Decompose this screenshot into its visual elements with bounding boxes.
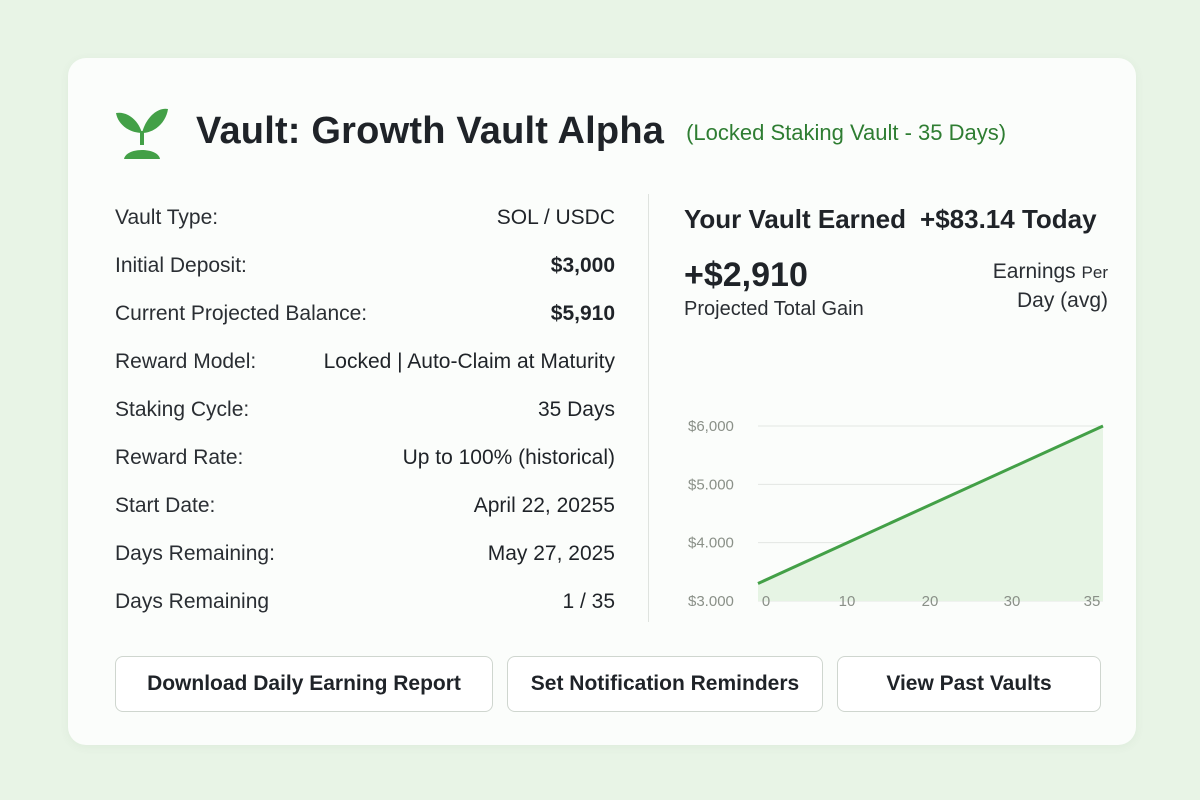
sprout-icon: [116, 108, 168, 159]
detail-label: Days Remaining:: [115, 542, 275, 565]
chart-xtick-label: 20: [922, 593, 939, 606]
detail-row: Start Date: April 22, 20255: [115, 482, 615, 530]
detail-value: 35 Days: [537, 398, 615, 421]
detail-label: Reward Rate:: [115, 446, 244, 469]
detail-row: Days Remaining: May 27, 2025: [115, 530, 615, 578]
detail-row: Vault Type: SOL / USDC: [115, 194, 615, 242]
detail-value: 1 / 35: [562, 590, 615, 613]
chart-ytick-label: $5.000: [688, 476, 734, 493]
detail-value: SOL / USDC: [496, 206, 615, 229]
chart-xtick-label: 10: [839, 593, 856, 606]
detail-row: Staking Cycle: 35 Days: [115, 386, 615, 434]
detail-label: Initial Deposit:: [115, 254, 247, 277]
column-divider: [648, 194, 649, 622]
page-title: Vault: Growth Vault Alpha: [196, 109, 665, 152]
chart-xtick-label: 35: [1084, 593, 1101, 606]
detail-label: Staking Cycle:: [115, 398, 250, 421]
chart-ytick-label: $4.000: [688, 535, 734, 552]
chart-xtick-label: 30: [1004, 593, 1021, 606]
detail-label: Current Projected Balance:: [115, 302, 368, 325]
detail-label: Reward Model:: [115, 350, 257, 373]
download-report-button[interactable]: Download Daily Earning Report: [115, 656, 493, 712]
per-day-label: Earnings: [992, 260, 1076, 283]
earned-today-amount: +$83.14 Today: [920, 204, 1097, 234]
action-bar: Download Daily Earning Report Set Notifi…: [115, 656, 1101, 712]
detail-label: Vault Type:: [115, 206, 219, 229]
earned-today: Your Vault Earned +$83.14 Today: [684, 204, 1097, 235]
per-day-small-label: Per: [1081, 263, 1108, 282]
chart-ytick-label: $3.000: [688, 593, 734, 606]
page-subtitle: (Locked Staking Vault - 35 Days): [686, 120, 1007, 145]
per-day-label-2: Day (avg): [1016, 289, 1108, 312]
earned-today-label: Your Vault Earned: [684, 204, 907, 234]
detail-value: $3,000: [550, 254, 615, 277]
detail-row: Reward Rate: Up to 100% (historical): [115, 434, 615, 482]
detail-row: Current Projected Balance: $5,910: [115, 290, 615, 338]
vault-card: Vault: Growth Vault Alpha (Locked Stakin…: [68, 58, 1136, 745]
earnings-per-day: Earnings Per Day (avg): [948, 258, 1108, 315]
set-notification-button[interactable]: Set Notification Reminders: [507, 656, 823, 712]
total-gain-value: +$2,910: [684, 256, 808, 294]
total-gain-label: Projected Total Gain: [684, 298, 864, 320]
balance-chart: $6,000 $5.000 $4.000 $3.000 0 10 20 30 35: [688, 418, 1104, 606]
detail-value: $5,910: [550, 302, 615, 325]
vault-details: Vault Type: SOL / USDC Initial Deposit: …: [115, 194, 615, 626]
earnings-panel: Your Vault Earned +$83.14 Today +$2,910 P…: [684, 194, 1108, 624]
detail-value: May 27, 2025: [487, 542, 615, 565]
chart-area-fill: [758, 426, 1103, 601]
chart-xtick-label: 0: [762, 593, 770, 606]
detail-label: Days Remaining: [115, 590, 270, 613]
detail-value: Up to 100% (historical): [402, 446, 615, 469]
vault-header: Vault: Growth Vault Alpha (Locked Stakin…: [116, 96, 1006, 166]
chart-ytick-label: $6,000: [688, 418, 734, 435]
detail-value: Locked | Auto-Claim at Maturity: [323, 350, 615, 373]
detail-value: April 22, 20255: [473, 494, 615, 517]
view-past-vaults-button[interactable]: View Past Vaults: [837, 656, 1101, 712]
detail-row: Days Remaining 1 / 35: [115, 578, 615, 626]
detail-row: Reward Model: Locked | Auto-Claim at Mat…: [115, 338, 615, 386]
detail-row: Initial Deposit: $3,000: [115, 242, 615, 290]
detail-label: Start Date:: [115, 494, 216, 517]
